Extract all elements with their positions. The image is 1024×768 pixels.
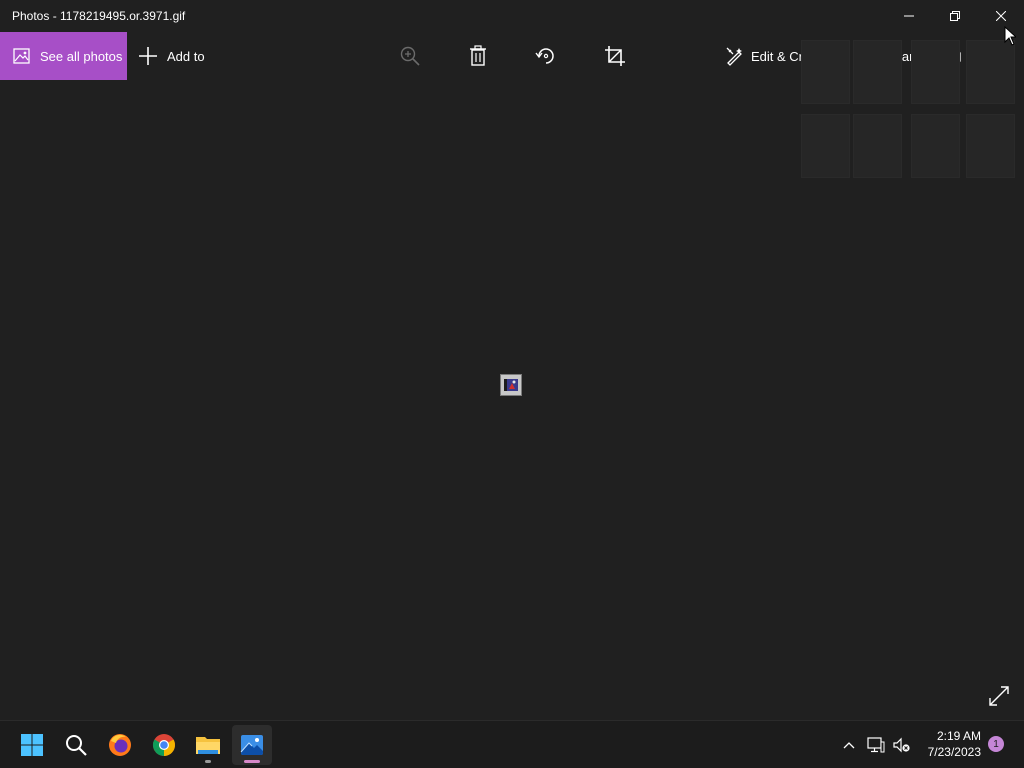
restore-button[interactable] [932,0,978,32]
volume-muted-icon [893,737,910,753]
thumbnail-tile [853,40,902,104]
clock-time: 2:19 AM [936,729,981,743]
photo-gallery-icon [12,46,32,66]
add-to-label: Add to [167,48,205,64]
minimize-icon [904,15,914,17]
thumbnail-tile [801,40,850,104]
restore-icon [950,11,960,21]
see-all-photos-label: See all photos [40,48,123,64]
volume-button[interactable] [892,733,912,757]
close-button[interactable] [978,0,1024,32]
clock[interactable]: 2:19 AM 7/23/2023 [928,728,981,760]
title-bar: Photos - 1178219495.or.3971.gif [0,0,1024,32]
minimize-button[interactable] [886,0,932,32]
taskbar: 2:19 AM 7/23/2023 [0,720,1024,768]
thumbnail-tile [966,114,1015,178]
thumbnail-tile [853,114,902,178]
taskbar-photos[interactable] [232,725,272,765]
taskbar-chrome[interactable] [144,725,184,765]
expand-icon [989,686,1009,706]
taskbar-file-explorer[interactable] [188,725,228,765]
mouse-cursor-icon [1004,26,1016,46]
crop-icon [605,46,625,66]
chrome-icon [153,734,175,756]
running-indicator [205,760,211,763]
delete-icon [470,45,486,66]
crop-button[interactable] [603,44,627,68]
plus-icon [139,47,157,65]
close-icon [996,11,1006,21]
notification-badge[interactable]: 1 [988,736,1004,752]
zoom-in-icon [400,46,420,66]
file-explorer-icon [196,737,220,754]
active-indicator [244,760,260,763]
zoom-in-button[interactable] [398,44,422,68]
photos-icon [240,735,263,755]
start-button[interactable] [12,725,52,765]
thumbnail-tile [801,114,850,178]
rotate-button[interactable] [534,44,558,68]
start-icon [21,734,43,756]
photo-placeholder-icon [500,374,522,396]
edit-create-icon [726,47,742,66]
window-title: Photos - 1178219495.or.3971.gif [12,9,186,23]
show-hidden-icons-button[interactable] [839,733,859,757]
see-all-photos-button[interactable]: See all photos [0,32,127,80]
delete-button[interactable] [466,44,490,68]
thumbnail-tile [911,40,960,104]
add-to-button[interactable]: Add to [137,32,205,80]
fullscreen-button[interactable] [988,685,1012,709]
network-button[interactable] [866,733,886,757]
network-icon [867,737,885,753]
chevron-up-icon [843,742,855,749]
thumbnail-tile [911,114,960,178]
taskbar-search-button[interactable] [56,725,96,765]
clock-date: 7/23/2023 [927,745,981,759]
thumbnail-tile [966,40,1015,104]
rotate-icon [535,48,554,64]
firefox-icon [109,734,131,756]
search-icon [66,735,87,756]
taskbar-firefox[interactable] [100,725,140,765]
